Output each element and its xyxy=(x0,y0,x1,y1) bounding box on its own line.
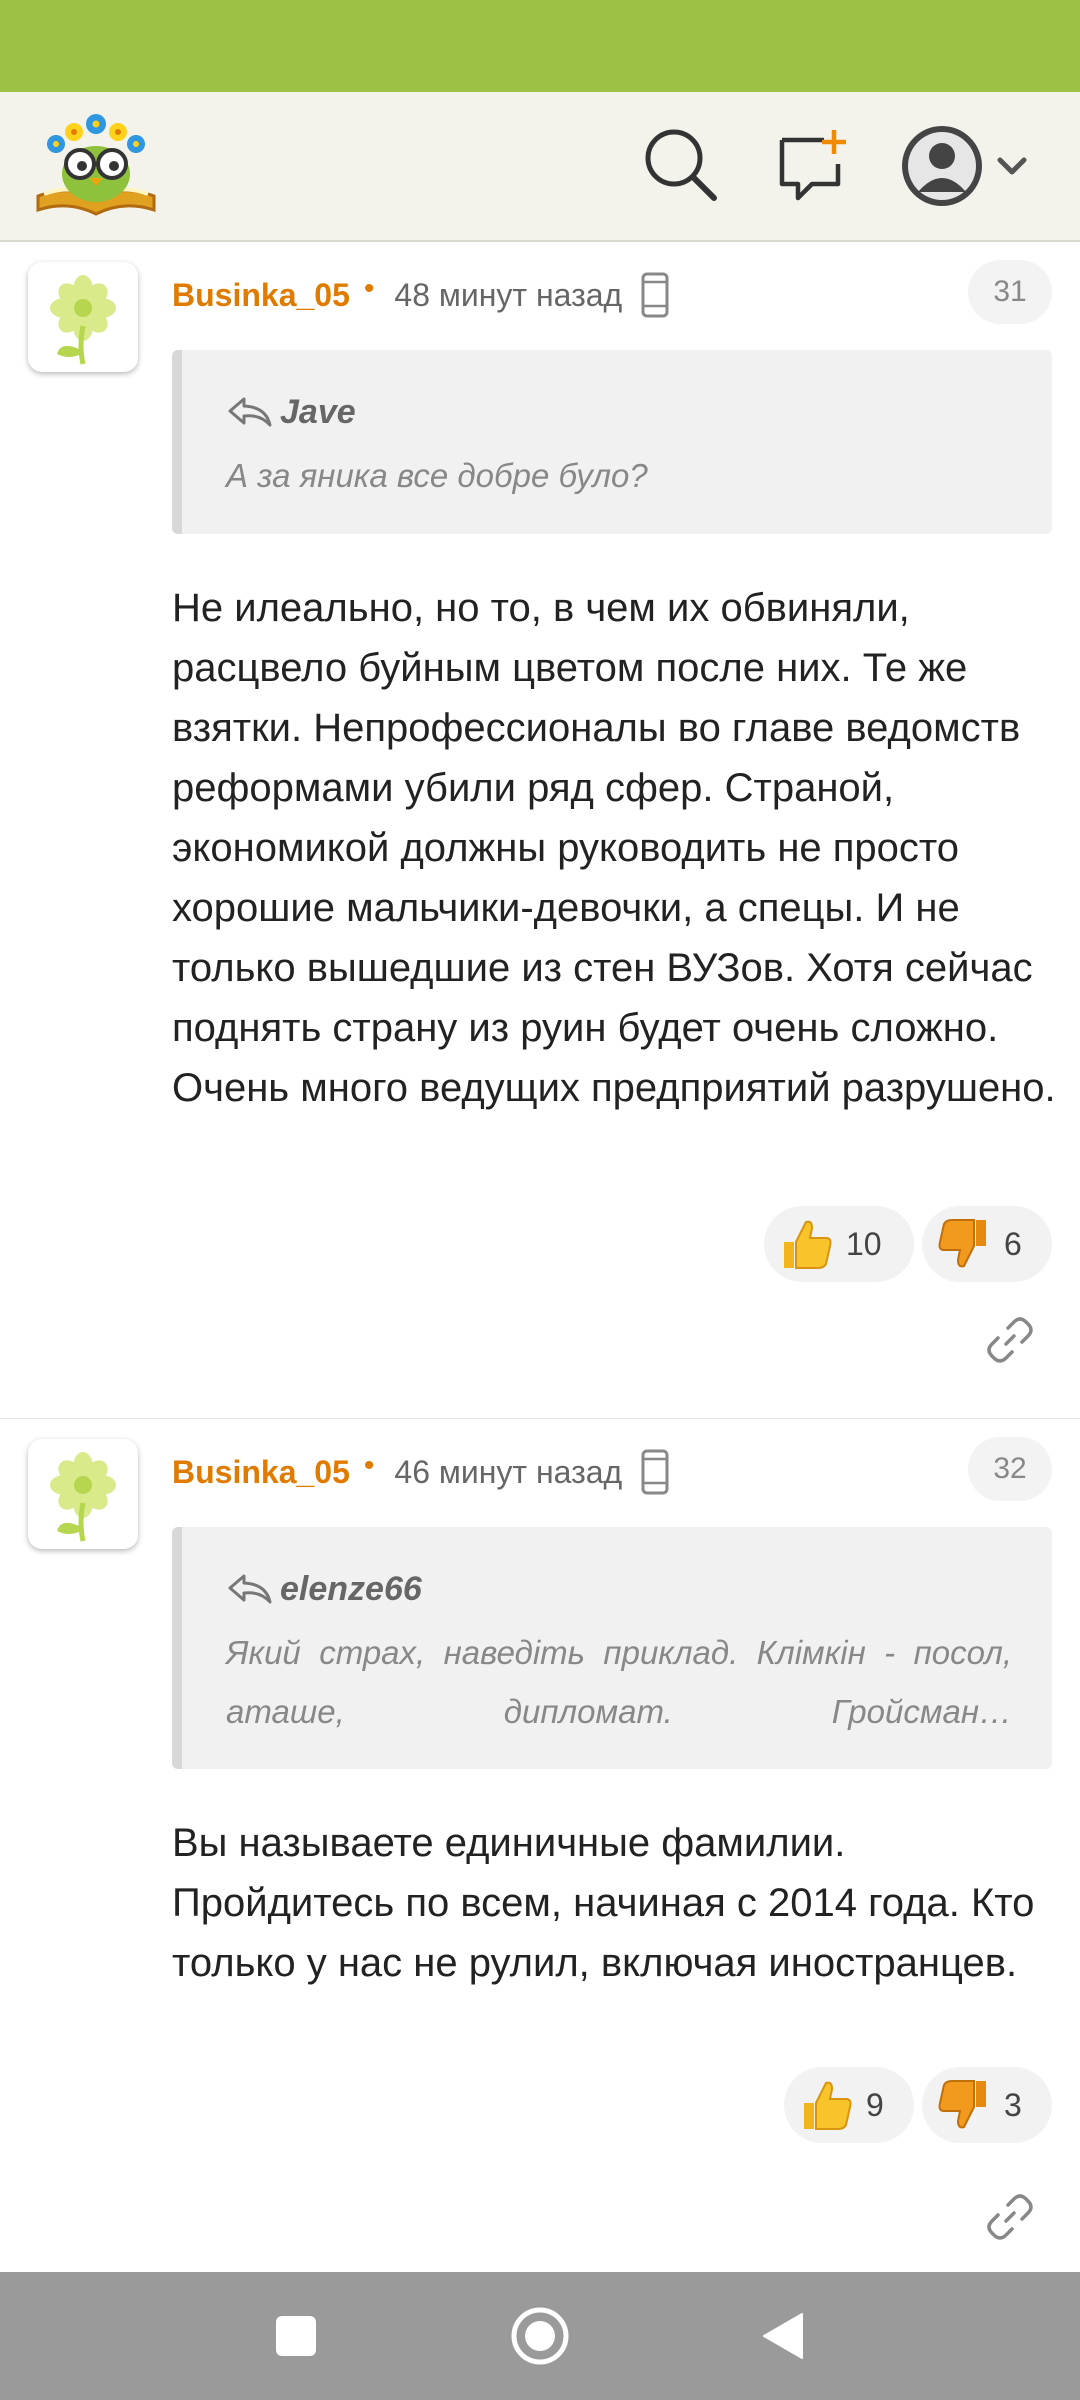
quote-block: elenze66 Який страх, наведіть приклад. К… xyxy=(172,1527,1052,1769)
mobile-device-icon xyxy=(641,1449,669,1495)
thumbs-down-icon xyxy=(938,2080,986,2129)
comment-card: Businka_05 • 48 минут назад 31 Jave А за… xyxy=(0,242,1080,1418)
chevron-down-icon xyxy=(997,157,1027,175)
dislike-count: 3 xyxy=(1004,2086,1022,2123)
link-icon xyxy=(987,2194,1033,2240)
status-bar xyxy=(0,0,1080,92)
comment-author[interactable]: Businka_05 xyxy=(172,1454,350,1491)
reply-icon xyxy=(228,1574,272,1604)
comment-author[interactable]: Businka_05 xyxy=(172,277,350,314)
square-icon xyxy=(276,2316,316,2356)
like-count: 10 xyxy=(846,1225,882,1262)
separator-dot: • xyxy=(363,1449,375,1482)
comment-number-badge[interactable]: 32 xyxy=(968,1437,1052,1501)
reply-icon xyxy=(228,397,272,427)
quote-author-name[interactable]: elenze66 xyxy=(280,1570,422,1609)
system-navigation-bar xyxy=(0,2272,1080,2400)
comment-meta: Businka_05 • 48 минут назад xyxy=(172,270,670,320)
comment-text: Вы называете единичные фамилии. Пройдите… xyxy=(172,1821,1035,1985)
new-post-icon xyxy=(779,130,846,201)
comment-text: Не илеально, но то, в чем их обвиняли, р… xyxy=(172,586,1056,1110)
user-avatar[interactable] xyxy=(28,1439,138,1549)
like-count: 9 xyxy=(866,2086,884,2123)
like-button[interactable]: 9 xyxy=(784,2067,914,2143)
thumbs-down-icon xyxy=(938,1219,986,1268)
new-post-button[interactable] xyxy=(770,122,854,206)
owl-on-book-logo[interactable] xyxy=(34,110,158,220)
back-button[interactable] xyxy=(748,2300,820,2372)
flower-icon xyxy=(50,1452,116,1542)
quote-text: А за яника все добре було? xyxy=(226,457,648,494)
profile-avatar-icon xyxy=(902,126,982,206)
comment-number-badge[interactable]: 31 xyxy=(968,260,1052,324)
comment-time: 48 минут назад xyxy=(394,276,623,313)
thumbs-up-icon xyxy=(784,1220,832,1269)
permalink-button[interactable] xyxy=(984,1314,1036,1366)
quote-text: Який страх, наведіть приклад. Клімкін - … xyxy=(226,1634,1012,1730)
link-icon xyxy=(987,1317,1033,1363)
quote-author-name[interactable]: Jave xyxy=(280,393,356,432)
dislike-count: 6 xyxy=(1004,1225,1022,1262)
dislike-button[interactable]: 6 xyxy=(922,1206,1052,1282)
comment-meta: Businka_05 • 46 минут назад xyxy=(172,1447,670,1497)
comment-card: Businka_05 • 46 минут назад 32 elenze66 … xyxy=(0,1418,1080,2273)
comments-list: Businka_05 • 48 минут назад 31 Jave А за… xyxy=(0,242,1080,2273)
permalink-button[interactable] xyxy=(984,2191,1036,2243)
mobile-device-icon xyxy=(641,272,669,318)
recent-apps-button[interactable] xyxy=(260,2300,332,2372)
circle-icon xyxy=(511,2307,569,2365)
search-icon xyxy=(645,129,717,201)
app-header xyxy=(0,92,1080,242)
like-button[interactable]: 10 xyxy=(764,1206,914,1282)
triangle-back-icon xyxy=(763,2313,803,2359)
dislike-button[interactable]: 3 xyxy=(922,2067,1052,2143)
quote-author: Jave xyxy=(226,390,1012,434)
flower-icon xyxy=(50,275,116,365)
home-button[interactable] xyxy=(504,2300,576,2372)
profile-menu-button[interactable] xyxy=(898,118,1038,214)
comment-time: 46 минут назад xyxy=(394,1453,623,1490)
quote-author: elenze66 xyxy=(226,1567,1012,1611)
quote-block: Jave А за яника все добре було? xyxy=(172,350,1052,534)
thumbs-up-icon xyxy=(804,2081,852,2130)
separator-dot: • xyxy=(363,272,375,305)
user-avatar[interactable] xyxy=(28,262,138,372)
search-button[interactable] xyxy=(638,122,722,206)
